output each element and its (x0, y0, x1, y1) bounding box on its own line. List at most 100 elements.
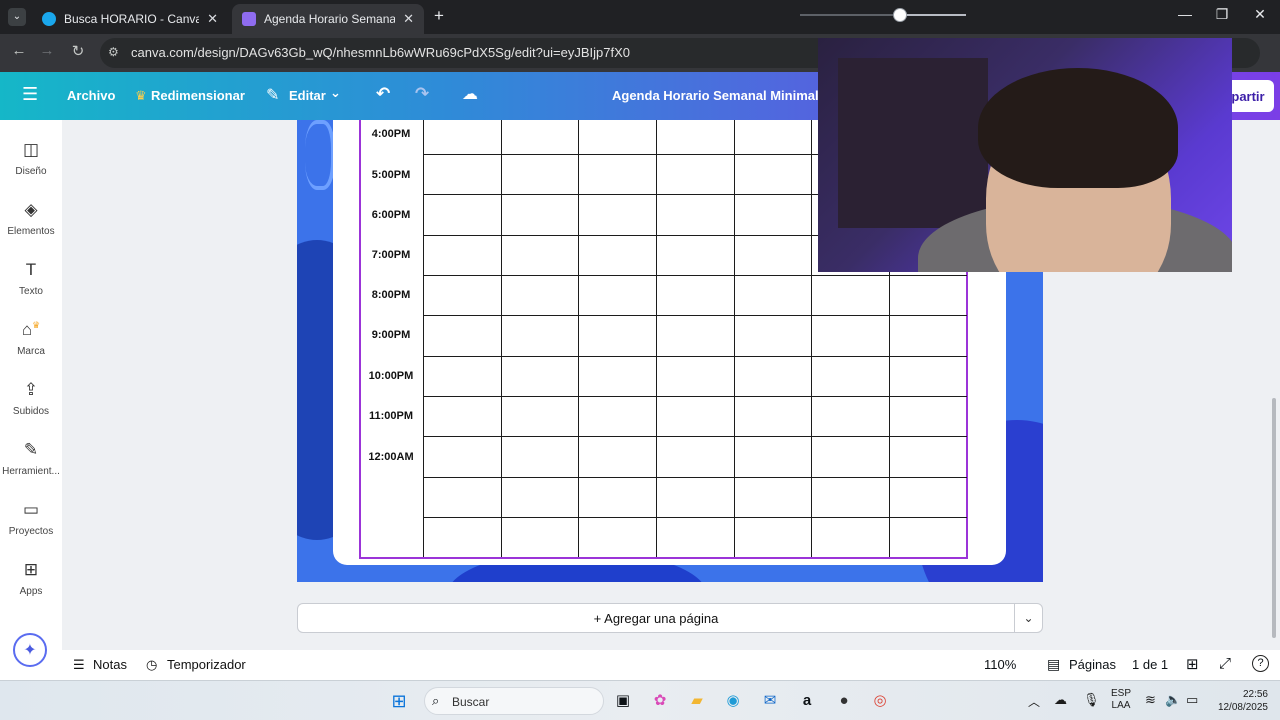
sidebar-item-elements[interactable]: ◈ Elementos (0, 200, 62, 237)
magic-assistant-button[interactable]: ✦ (13, 633, 47, 667)
grid-row-line (423, 477, 967, 478)
language-code: ESP (1110, 688, 1131, 699)
edge-icon[interactable]: ◉ (722, 690, 744, 712)
grid-column-line (423, 120, 424, 557)
workspace-scrollbar[interactable] (1272, 398, 1276, 638)
pages-button[interactable]: Páginas (1069, 657, 1116, 672)
time-label[interactable]: 9:00PM (361, 329, 421, 341)
microphone-icon[interactable]: 🎙 (1083, 692, 1100, 708)
file-menu[interactable]: Archivo (67, 88, 115, 103)
grid-column-line (734, 120, 735, 557)
resize-button[interactable]: Redimensionar (151, 88, 245, 103)
outlook-icon[interactable]: ✉ (759, 690, 781, 712)
copilot-icon[interactable]: ✿ (649, 690, 671, 712)
add-page-button[interactable]: + Agregar una página (298, 611, 1014, 626)
amazon-icon[interactable]: a (796, 690, 818, 712)
edit-menu[interactable]: Editar (289, 88, 326, 103)
grid-view-icon[interactable]: ⊞ (1186, 655, 1199, 673)
chevron-down-icon[interactable]: ⌄ (1014, 604, 1042, 632)
design-title[interactable]: Agenda Horario Semanal Minimalista (612, 88, 841, 103)
time-label[interactable]: 6:00PM (361, 209, 421, 221)
undo-icon[interactable]: ↶ (376, 84, 390, 104)
sidebar-item-text[interactable]: T Texto (0, 260, 62, 297)
help-icon[interactable]: ? (1252, 655, 1269, 672)
wifi-icon[interactable]: ≋ (1145, 692, 1156, 708)
sidebar-item-projects[interactable]: ▭ Proyectos (0, 500, 62, 537)
fullscreen-icon[interactable]: ⤢ (1219, 655, 1231, 672)
sidebar-item-brand[interactable]: ⌂♛ Marca (0, 320, 62, 357)
forward-icon[interactable]: → (36, 42, 58, 59)
file-explorer-icon[interactable]: ▰ (686, 690, 708, 712)
close-window-icon[interactable]: ✕ (1245, 6, 1275, 23)
site-info-icon[interactable]: ⚙ (108, 45, 119, 59)
back-icon[interactable]: ← (8, 42, 30, 59)
cloud-sync-icon[interactable]: ☁ (1054, 692, 1067, 708)
menu-icon[interactable]: ☰ (22, 84, 38, 105)
reload-icon[interactable]: ↻ (67, 42, 89, 60)
notes-icon[interactable]: ☰ (73, 657, 85, 673)
browser-tab-active[interactable]: Agenda Horario Semanal Minimalista ✕ (232, 4, 424, 34)
windows-start-icon[interactable]: ⊞ (388, 690, 410, 712)
search-icon: ⌕ (432, 693, 440, 708)
time-label[interactable]: 7:00PM (361, 249, 421, 261)
grid-row-line (423, 275, 967, 276)
decorative-squiggle (305, 120, 335, 190)
minimize-icon[interactable]: — (1170, 6, 1200, 22)
grid-column-line (578, 120, 579, 557)
tab-search-icon[interactable]: ⌄ (8, 8, 26, 26)
timer-icon[interactable]: ◷ (146, 657, 157, 673)
browser-tab-strip: ⌄ Busca HORARIO - Canva ✕ Agenda Horario… (0, 0, 1280, 34)
time-label[interactable]: 4:00PM (361, 128, 421, 140)
sidebar-item-design[interactable]: ◫ Diseño (0, 140, 62, 177)
brand-icon: ⌂♛ (21, 320, 41, 339)
grid-row-line (423, 396, 967, 397)
sidebar-item-uploads[interactable]: ⇪ Subidos (0, 380, 62, 417)
time-label[interactable]: 5:00PM (361, 169, 421, 181)
time-label[interactable]: 11:00PM (361, 410, 421, 422)
cloud-saved-icon[interactable]: ☁ (462, 84, 478, 104)
time-label[interactable]: 10:00PM (361, 370, 421, 382)
pencil-icon: ✎ (266, 87, 280, 104)
task-view-icon[interactable]: ▣ (612, 690, 634, 712)
time-label[interactable]: 8:00PM (361, 289, 421, 301)
language-indicator[interactable]: ESP LAA (1108, 688, 1134, 712)
new-tab-icon[interactable]: + (434, 6, 444, 26)
time-label[interactable]: 12:00AM (361, 451, 421, 463)
grid-row-line (423, 517, 967, 518)
side-panel: ◫ Diseño ◈ Elementos T Texto ⌂♛ Marca ⇪ … (0, 120, 62, 680)
chrome-icon[interactable]: ◎ (869, 690, 891, 712)
tab-close-icon[interactable]: ✕ (403, 11, 414, 27)
page-count: 1 de 1 (1132, 657, 1169, 672)
clock[interactable]: 22:56 12/08/2025 (1210, 688, 1268, 714)
text-icon: T (25, 260, 37, 279)
pages-icon[interactable]: ▤ (1047, 656, 1060, 673)
notes-button[interactable]: Notas (93, 657, 127, 672)
zoom-level[interactable]: 110% (984, 657, 1016, 672)
zoom-slider-handle[interactable] (893, 8, 907, 22)
webcam-person-hair (978, 68, 1178, 188)
tab-title: Agenda Horario Semanal Minimalista (264, 12, 396, 26)
shapes-icon: ◈ (24, 200, 38, 219)
tab-close-icon[interactable]: ✕ (207, 11, 218, 27)
pen-icon: ✎ (23, 440, 39, 459)
taskbar-search[interactable]: ⌕ Buscar (424, 687, 604, 715)
add-page-bar: + Agregar una página ⌄ (297, 603, 1043, 633)
grid-column-line (656, 120, 657, 557)
url-text[interactable]: canva.com/design/DAGv63Gb_wQ/nhesmnLb6wW… (131, 45, 630, 60)
timer-button[interactable]: Temporizador (167, 657, 246, 672)
media-app-icon[interactable]: ● (833, 690, 855, 712)
volume-icon[interactable]: 🔈 (1165, 692, 1181, 708)
tray-chevron-icon[interactable]: ︿ (1028, 693, 1040, 710)
apps-icon: ⊞ (23, 560, 39, 579)
clock-date: 12/08/2025 (1217, 702, 1268, 713)
battery-icon[interactable]: ▭ (1186, 692, 1198, 708)
upload-icon: ⇪ (23, 380, 39, 399)
redo-icon[interactable]: ↷ (415, 84, 429, 104)
crown-icon: ♛ (32, 320, 41, 330)
keyboard-layout: LAA (1111, 700, 1131, 711)
chevron-down-icon[interactable]: ⌄ (330, 85, 341, 101)
browser-tab[interactable]: Busca HORARIO - Canva ✕ (32, 4, 228, 34)
sidebar-item-apps[interactable]: ⊞ Apps (0, 560, 62, 597)
sidebar-item-tools[interactable]: ✎ Herramient... (0, 440, 62, 477)
maximize-icon[interactable]: ❐ (1207, 6, 1237, 23)
